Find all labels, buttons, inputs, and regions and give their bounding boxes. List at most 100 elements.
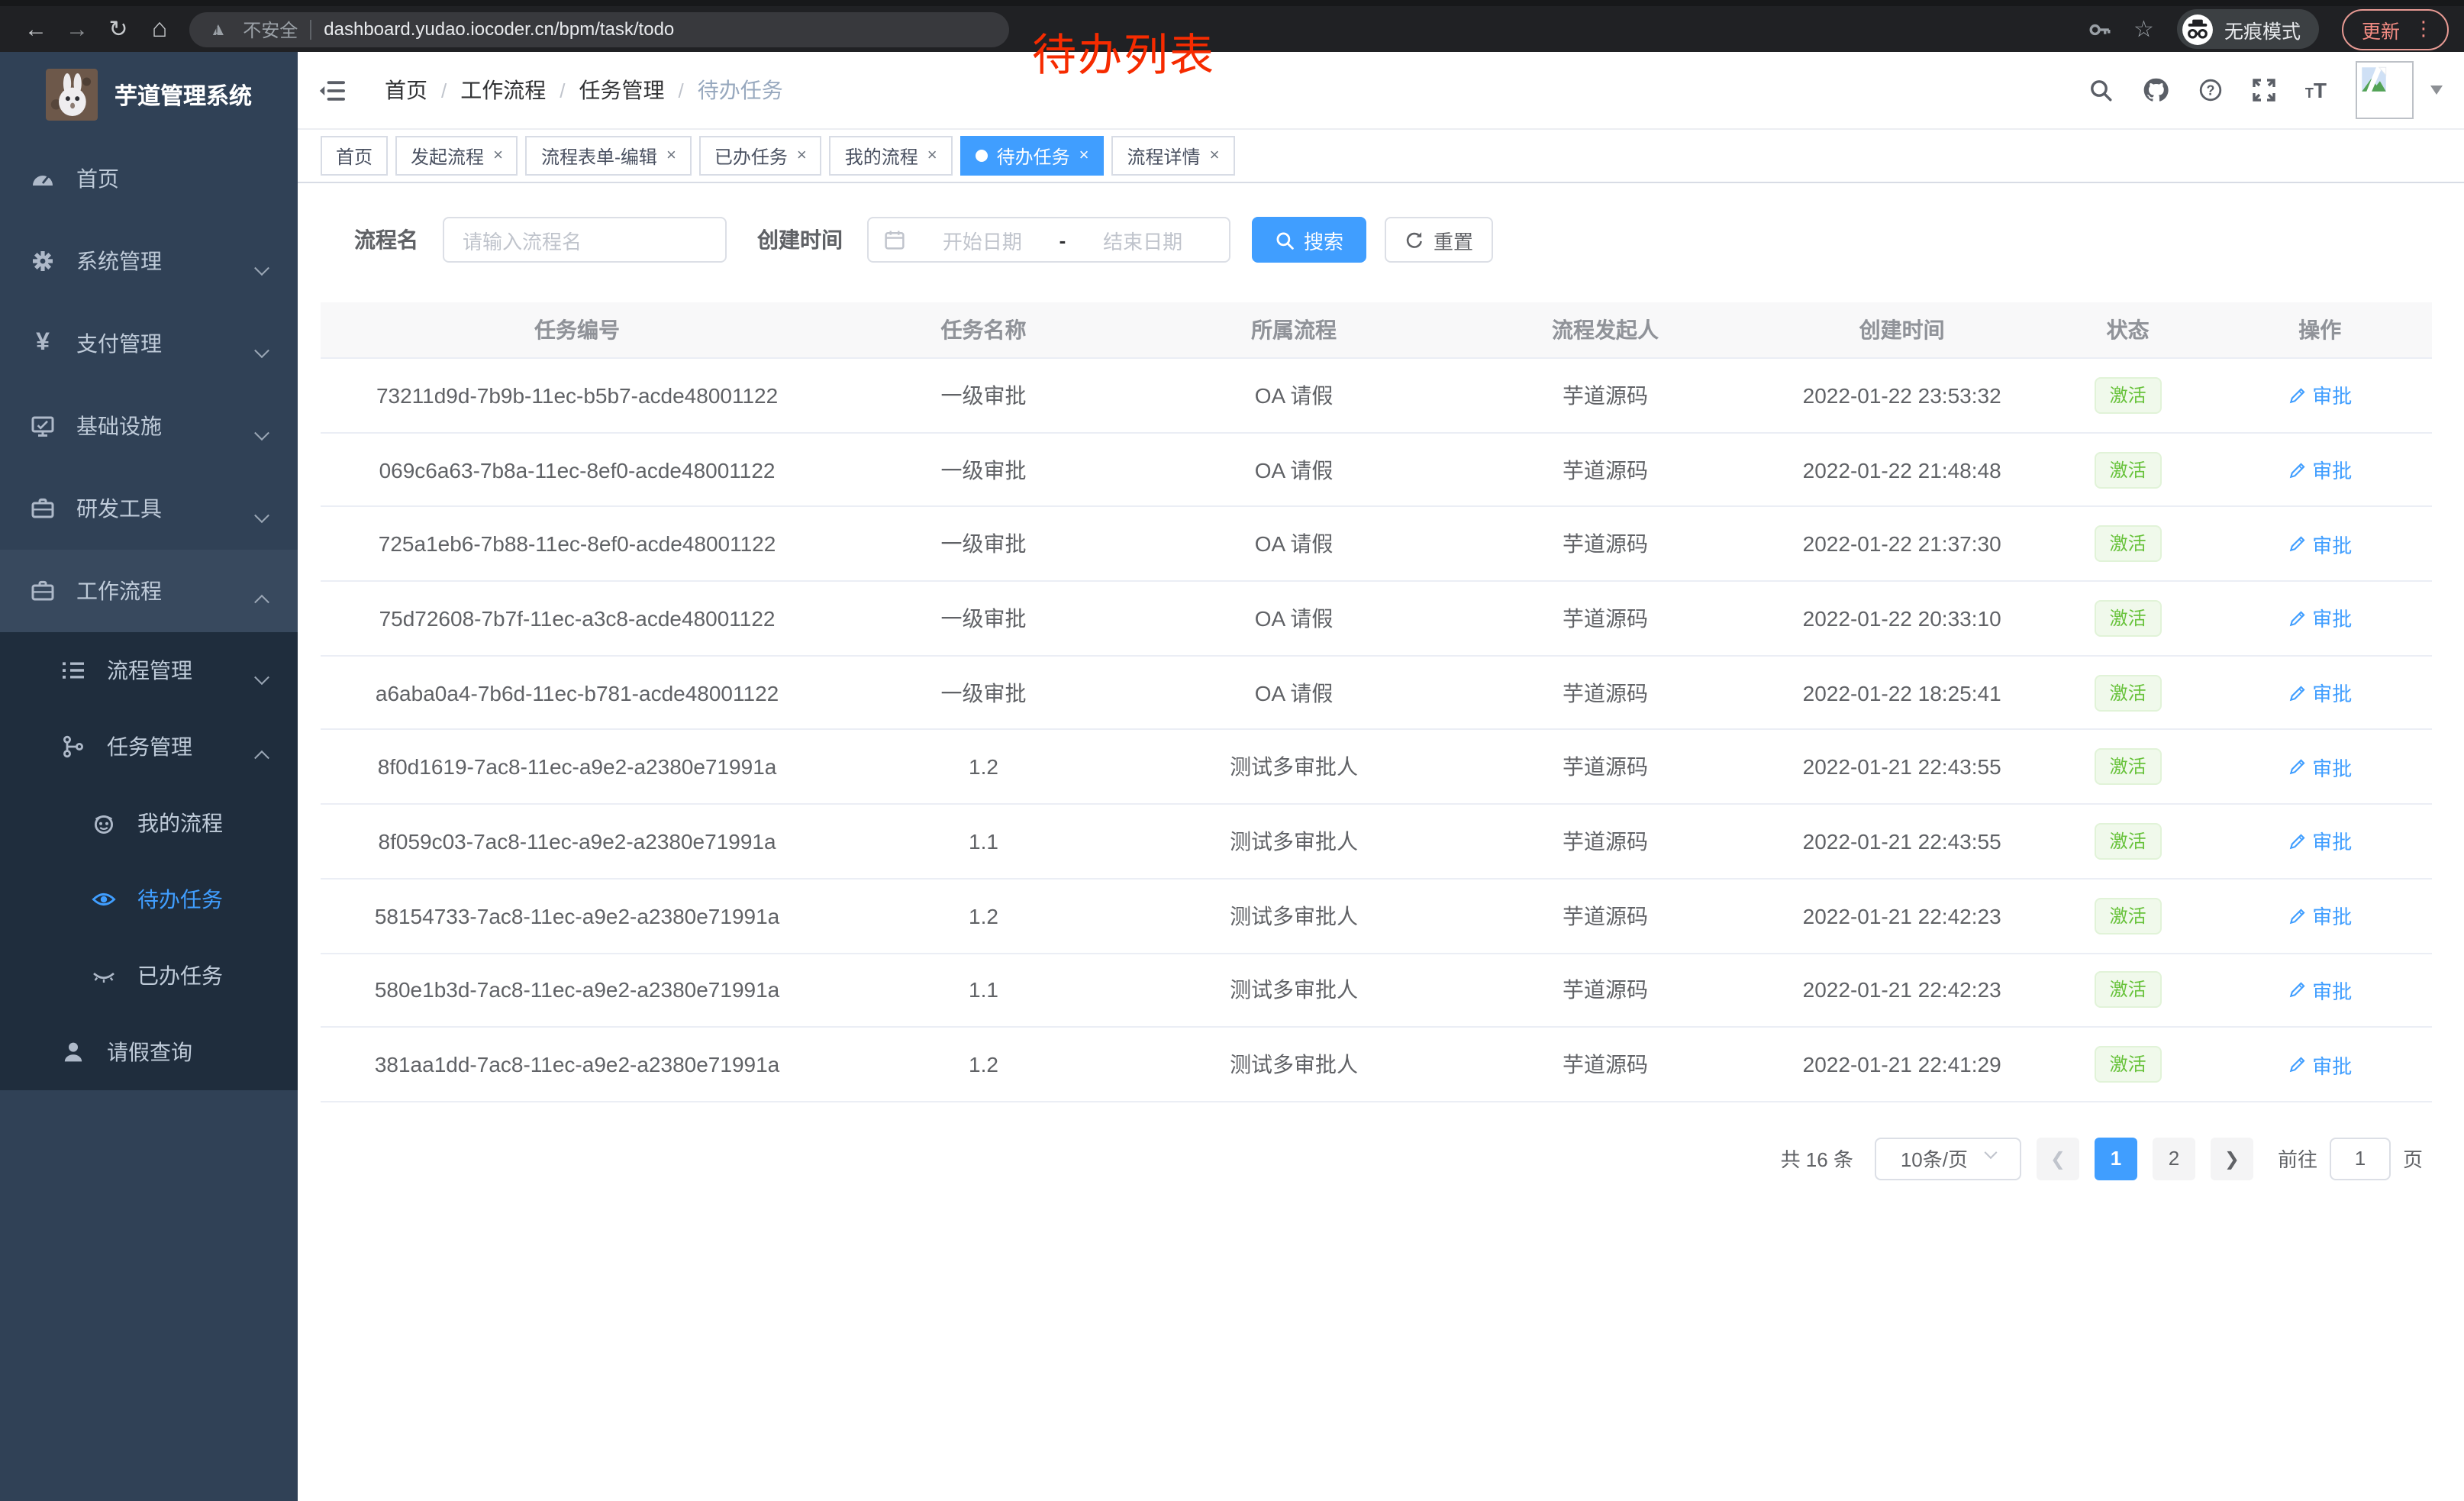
prev-page-button[interactable]: ❮ (2037, 1138, 2079, 1180)
gear-icon (31, 249, 55, 273)
search-button-label: 搜索 (1304, 225, 1343, 254)
address-bar[interactable]: ▲! 不安全 dashboard.yudao.iocoder.cn/bpm/ta… (189, 11, 1009, 47)
date-range-picker[interactable]: 开始日期 - 结束日期 (867, 217, 1230, 263)
tab-my-process[interactable]: 我的流程 × (830, 136, 953, 176)
app-layout: 芋道管理系统 首页系统管理¥支付管理基础设施研发工具工作流程流程管理任务管理我的… (0, 52, 2464, 1501)
browser-forward-icon[interactable]: → (56, 16, 98, 42)
approve-link[interactable]: 审批 (2288, 753, 2352, 782)
approve-link[interactable]: 审批 (2288, 1050, 2352, 1079)
tab-start-process[interactable]: 发起流程× (395, 136, 518, 176)
browser-menu-icon[interactable]: ⋮ (2414, 17, 2433, 41)
sidebar-item-process-mgmt[interactable]: 流程管理 (0, 632, 298, 709)
sidebar-item-leave-query[interactable]: 请假查询 (0, 1014, 298, 1090)
font-size-icon[interactable]: TT (2305, 79, 2327, 101)
next-page-button[interactable]: ❯ (2211, 1138, 2253, 1180)
tab-process-detail[interactable]: 流程详情× (1112, 136, 1235, 176)
browser-home-icon[interactable]: ⌂ (139, 14, 180, 44)
search-icon[interactable] (2088, 78, 2113, 102)
create-time-label: 创建时间 (757, 224, 843, 255)
page-button-1[interactable]: 1 (2095, 1138, 2137, 1180)
process-name-input[interactable]: 请输入流程名 (443, 217, 727, 263)
chevron-down-icon (1985, 1146, 1998, 1159)
sidebar-item-todo-task[interactable]: 待办任务 (0, 861, 298, 938)
cell-action: 审批 (2208, 976, 2432, 1005)
browser-back-icon[interactable]: ← (15, 16, 56, 42)
avatar-caret-icon[interactable] (2430, 86, 2443, 95)
breadcrumb-item[interactable]: 首页 (385, 75, 427, 105)
browser-toolbar: ← → ↻ ⌂ ▲! 不安全 dashboard.yudao.iocoder.c… (0, 0, 2464, 52)
bookmark-star-icon[interactable]: ☆ (2133, 15, 2154, 43)
sidebar-item-infra[interactable]: 基础设施 (0, 385, 298, 467)
filter-bar: 流程名 请输入流程名 创建时间 开始日期 - 结束日期 搜索 (354, 217, 2464, 263)
search-button[interactable]: 搜索 (1252, 217, 1366, 263)
browser-reload-icon[interactable]: ↻ (98, 15, 139, 43)
breadcrumb-item[interactable]: 工作流程 (460, 75, 546, 105)
tab-label: 我的流程 (845, 143, 918, 169)
github-icon[interactable] (2142, 76, 2169, 104)
breadcrumb-item[interactable]: 任务管理 (579, 75, 665, 105)
avatar[interactable] (2356, 61, 2414, 119)
approve-link[interactable]: 审批 (2288, 827, 2352, 856)
approve-link[interactable]: 审批 (2288, 604, 2352, 633)
table-row: 580e1b3d-7ac8-11ec-a9e2-a2380e71991a1.1测… (321, 954, 2432, 1028)
sidebar-item-my-process[interactable]: 我的流程 (0, 785, 298, 861)
tab-done-task[interactable]: 已办任务× (699, 136, 822, 176)
fullscreen-icon[interactable] (2252, 78, 2276, 102)
start-date-placeholder: 开始日期 (911, 225, 1053, 254)
tab-todo-task[interactable]: 待办任务× (960, 136, 1105, 176)
status-badge: 激活 (2095, 525, 2162, 562)
tab-home[interactable]: 首页 (321, 136, 388, 176)
browser-update-button[interactable]: 更新 ⋮ (2342, 8, 2449, 50)
sidebar-item-workflow[interactable]: 工作流程 (0, 550, 298, 632)
cell-status: 激活 (2048, 451, 2208, 488)
pen-icon (2288, 1055, 2306, 1073)
chevron-up-icon (256, 747, 267, 771)
approve-link[interactable]: 审批 (2288, 901, 2352, 930)
reset-button-icon (1405, 230, 1424, 250)
cell-time: 2022-01-22 21:48:48 (1756, 457, 2048, 482)
person-icon (61, 1040, 85, 1064)
cell-id: 73211d9d-7b9b-11ec-b5b7-acde48001122 (321, 383, 834, 408)
close-icon[interactable]: × (1079, 147, 1089, 165)
cell-status: 激活 (2048, 674, 2208, 711)
close-icon[interactable]: × (797, 147, 807, 165)
approve-link[interactable]: 审批 (2288, 678, 2352, 707)
password-key-icon[interactable] (2088, 18, 2111, 40)
app-logo-row[interactable]: 芋道管理系统 (0, 52, 298, 137)
cell-starter: 芋道源码 (1454, 752, 1756, 783)
cell-starter: 芋道源码 (1454, 454, 1756, 485)
sidebar-item-label: 已办任务 (137, 960, 223, 991)
approve-link[interactable]: 审批 (2288, 381, 2352, 410)
sidebar-item-done-task[interactable]: 已办任务 (0, 938, 298, 1014)
pen-icon (2288, 534, 2306, 553)
sidebar-item-home[interactable]: 首页 (0, 137, 298, 220)
sidebar-item-task-mgmt[interactable]: 任务管理 (0, 709, 298, 785)
approve-label: 审批 (2312, 678, 2352, 707)
status-badge: 激活 (2095, 897, 2162, 934)
approve-label: 审批 (2312, 1050, 2352, 1079)
chevron-down-icon (256, 508, 267, 533)
sidebar-item-payment[interactable]: ¥支付管理 (0, 302, 298, 385)
close-icon[interactable]: × (927, 147, 937, 165)
close-icon[interactable]: × (493, 147, 503, 165)
tab-label: 首页 (336, 143, 373, 169)
sidebar: 芋道管理系统 首页系统管理¥支付管理基础设施研发工具工作流程流程管理任务管理我的… (0, 52, 298, 1501)
approve-link[interactable]: 审批 (2288, 455, 2352, 484)
page-button-2[interactable]: 2 (2153, 1138, 2195, 1180)
tab-form-edit[interactable]: 流程表单-编辑× (526, 136, 692, 176)
reset-button[interactable]: 重置 (1385, 217, 1493, 263)
goto-page-input[interactable]: 1 (2330, 1138, 2391, 1180)
pen-icon (2288, 460, 2306, 479)
sidebar-item-devtools[interactable]: 研发工具 (0, 467, 298, 550)
hamburger-icon[interactable] (319, 79, 345, 102)
close-icon[interactable]: × (1210, 147, 1220, 165)
cell-status: 激活 (2048, 823, 2208, 860)
page-size-select[interactable]: 10条/页 (1875, 1138, 2021, 1180)
close-icon[interactable]: × (666, 147, 676, 165)
eye-icon (92, 887, 116, 912)
approve-link[interactable]: 审批 (2288, 976, 2352, 1005)
cell-action: 审批 (2208, 529, 2432, 558)
help-icon[interactable] (2198, 78, 2223, 102)
approve-link[interactable]: 审批 (2288, 529, 2352, 558)
sidebar-item-system[interactable]: 系统管理 (0, 220, 298, 302)
